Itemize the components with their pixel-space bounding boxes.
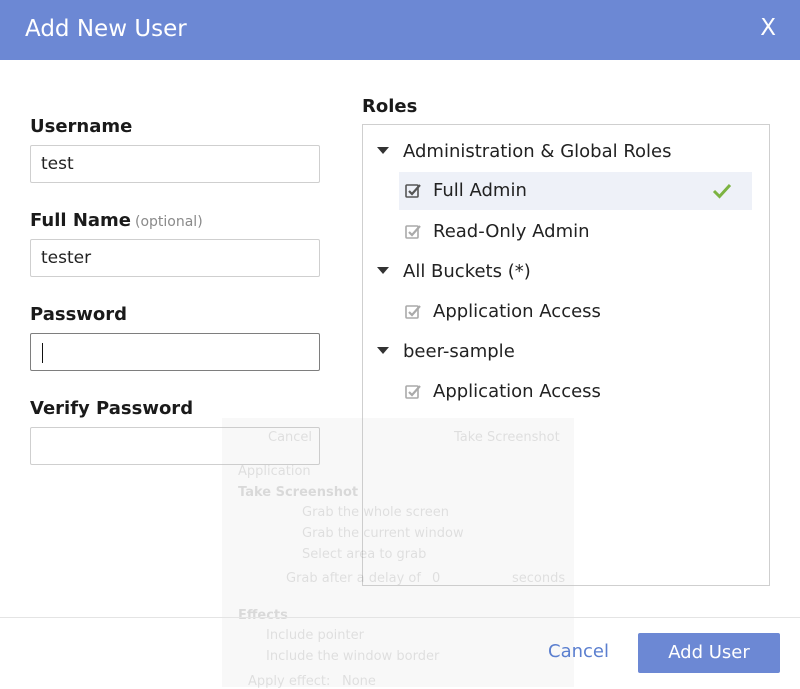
password-label: Password xyxy=(30,304,128,325)
role-group-label: beer-sample xyxy=(403,341,515,362)
checkbox-checked-icon[interactable] xyxy=(405,384,421,400)
ghost-effect-2: Include the window border xyxy=(266,649,440,664)
role-group-all-buckets[interactable]: All Buckets (*) xyxy=(377,261,531,282)
dialog-title: Add New User xyxy=(25,16,187,42)
expand-triangle-icon[interactable] xyxy=(377,266,389,274)
role-all-buckets-app-access[interactable]: Application Access xyxy=(399,293,752,331)
role-label: Application Access xyxy=(433,381,601,402)
password-input[interactable] xyxy=(30,333,320,371)
checkmark-icon xyxy=(712,183,732,199)
role-group-beer-sample[interactable]: beer-sample xyxy=(377,341,515,362)
role-read-only-admin[interactable]: Read-Only Admin xyxy=(399,213,752,251)
add-user-button[interactable]: Add User xyxy=(638,633,780,673)
ghost-app-name: Application xyxy=(238,464,311,479)
ghost-effect-1: Include pointer xyxy=(266,628,364,643)
close-button[interactable]: X xyxy=(760,15,776,41)
role-group-admin[interactable]: Administration & Global Roles xyxy=(377,141,672,162)
roles-tree: Administration & Global Roles Full Admin… xyxy=(362,124,770,586)
verify-password-input[interactable] xyxy=(30,427,320,465)
username-label: Username xyxy=(30,116,133,137)
expand-triangle-icon[interactable] xyxy=(377,146,389,154)
role-beer-sample-app-access[interactable]: Application Access xyxy=(399,373,752,411)
role-label: Application Access xyxy=(433,301,601,322)
role-group-label: Administration & Global Roles xyxy=(403,141,672,162)
username-input[interactable]: test xyxy=(30,145,320,183)
ghost-effects-title: Effects xyxy=(238,608,288,623)
checkbox-checked-icon[interactable] xyxy=(405,183,421,199)
expand-triangle-icon[interactable] xyxy=(377,346,389,354)
role-group-label: All Buckets (*) xyxy=(403,261,531,282)
dialog-header: Add New User X xyxy=(0,0,800,60)
footer-divider xyxy=(0,617,800,618)
verify-password-label: Verify Password xyxy=(30,398,194,419)
text-caret xyxy=(42,343,43,363)
ghost-section-title: Take Screenshot xyxy=(238,485,359,500)
full-name-input[interactable]: tester xyxy=(30,239,320,277)
roles-label: Roles xyxy=(362,96,418,117)
full-name-label: Full Name (optional) xyxy=(30,210,203,231)
role-label: Read-Only Admin xyxy=(433,221,590,242)
role-label: Full Admin xyxy=(433,180,527,201)
cancel-button[interactable]: Cancel xyxy=(548,641,609,662)
role-full-admin[interactable]: Full Admin xyxy=(399,172,752,210)
checkbox-checked-icon[interactable] xyxy=(405,304,421,320)
checkbox-checked-icon[interactable] xyxy=(405,224,421,240)
optional-hint: (optional) xyxy=(135,214,203,230)
full-name-label-text: Full Name xyxy=(30,210,131,231)
